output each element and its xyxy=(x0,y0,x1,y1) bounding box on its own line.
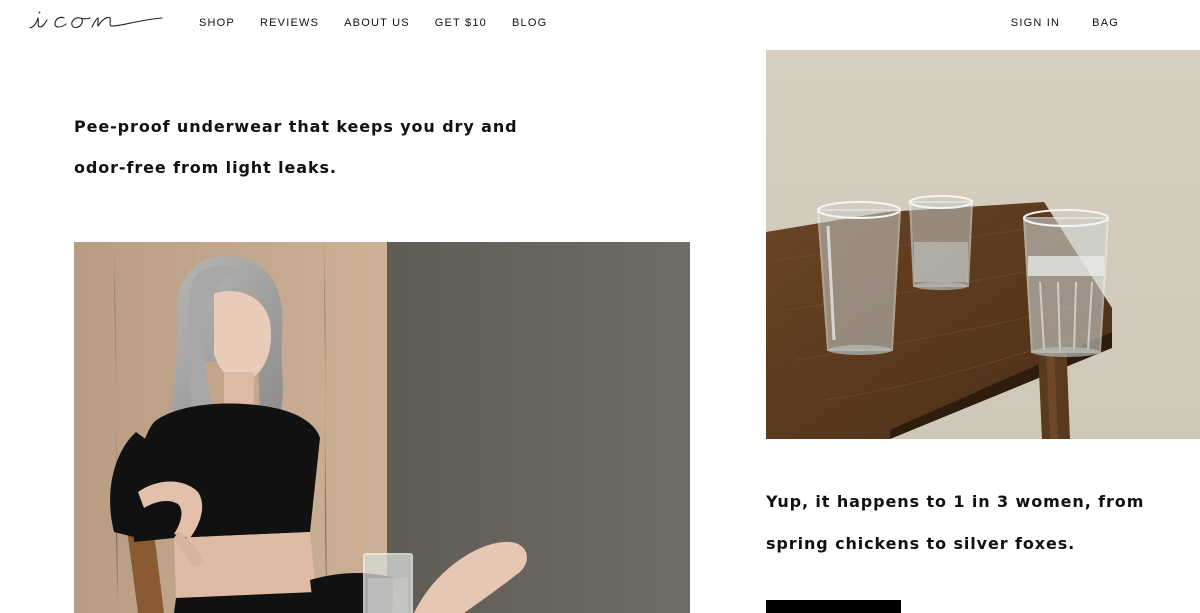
stat-line-2: spring chickens to silver foxes. xyxy=(766,534,1076,553)
stat-line-1: Yup, it happens to 1 in 3 women, from xyxy=(766,492,1145,511)
nav-get-10-link[interactable]: GET $10 xyxy=(435,17,487,29)
account-nav: SIGN IN BAG xyxy=(979,17,1119,29)
logo-script-icon xyxy=(29,11,163,29)
model-photo-illustration xyxy=(74,242,690,613)
bag-link[interactable]: BAG xyxy=(1092,17,1119,29)
hero-intro-line-1: Pee-proof underwear that keeps you dry a… xyxy=(74,117,518,136)
nav-shop-link[interactable]: SHOP xyxy=(199,17,235,29)
page: icon SHOP REVIEWS ABOUT US GET $10 xyxy=(0,0,1200,613)
stat-text: Yup, it happens to 1 in 3 women, from sp… xyxy=(766,481,1186,565)
site-header: icon SHOP REVIEWS ABOUT US GET $10 xyxy=(0,0,1200,48)
nav-blog-link[interactable]: BLOG xyxy=(512,17,547,29)
shop-cta-button[interactable] xyxy=(766,600,901,613)
hero-intro-line-2: odor-free from light leaks. xyxy=(74,158,337,177)
glasses-on-table-photo xyxy=(766,50,1200,439)
nav-about-us-link[interactable]: ABOUT US xyxy=(344,17,410,29)
nav-reviews-link[interactable]: REVIEWS xyxy=(260,17,319,29)
model-photo xyxy=(74,242,690,613)
brand-logo[interactable]: icon xyxy=(28,6,166,36)
hero-intro-text: Pee-proof underwear that keeps you dry a… xyxy=(74,106,554,188)
primary-nav: SHOP REVIEWS ABOUT US GET $10 BLOG xyxy=(199,17,572,29)
sign-in-link[interactable]: SIGN IN xyxy=(1011,17,1060,29)
glasses-photo-illustration xyxy=(766,50,1200,439)
